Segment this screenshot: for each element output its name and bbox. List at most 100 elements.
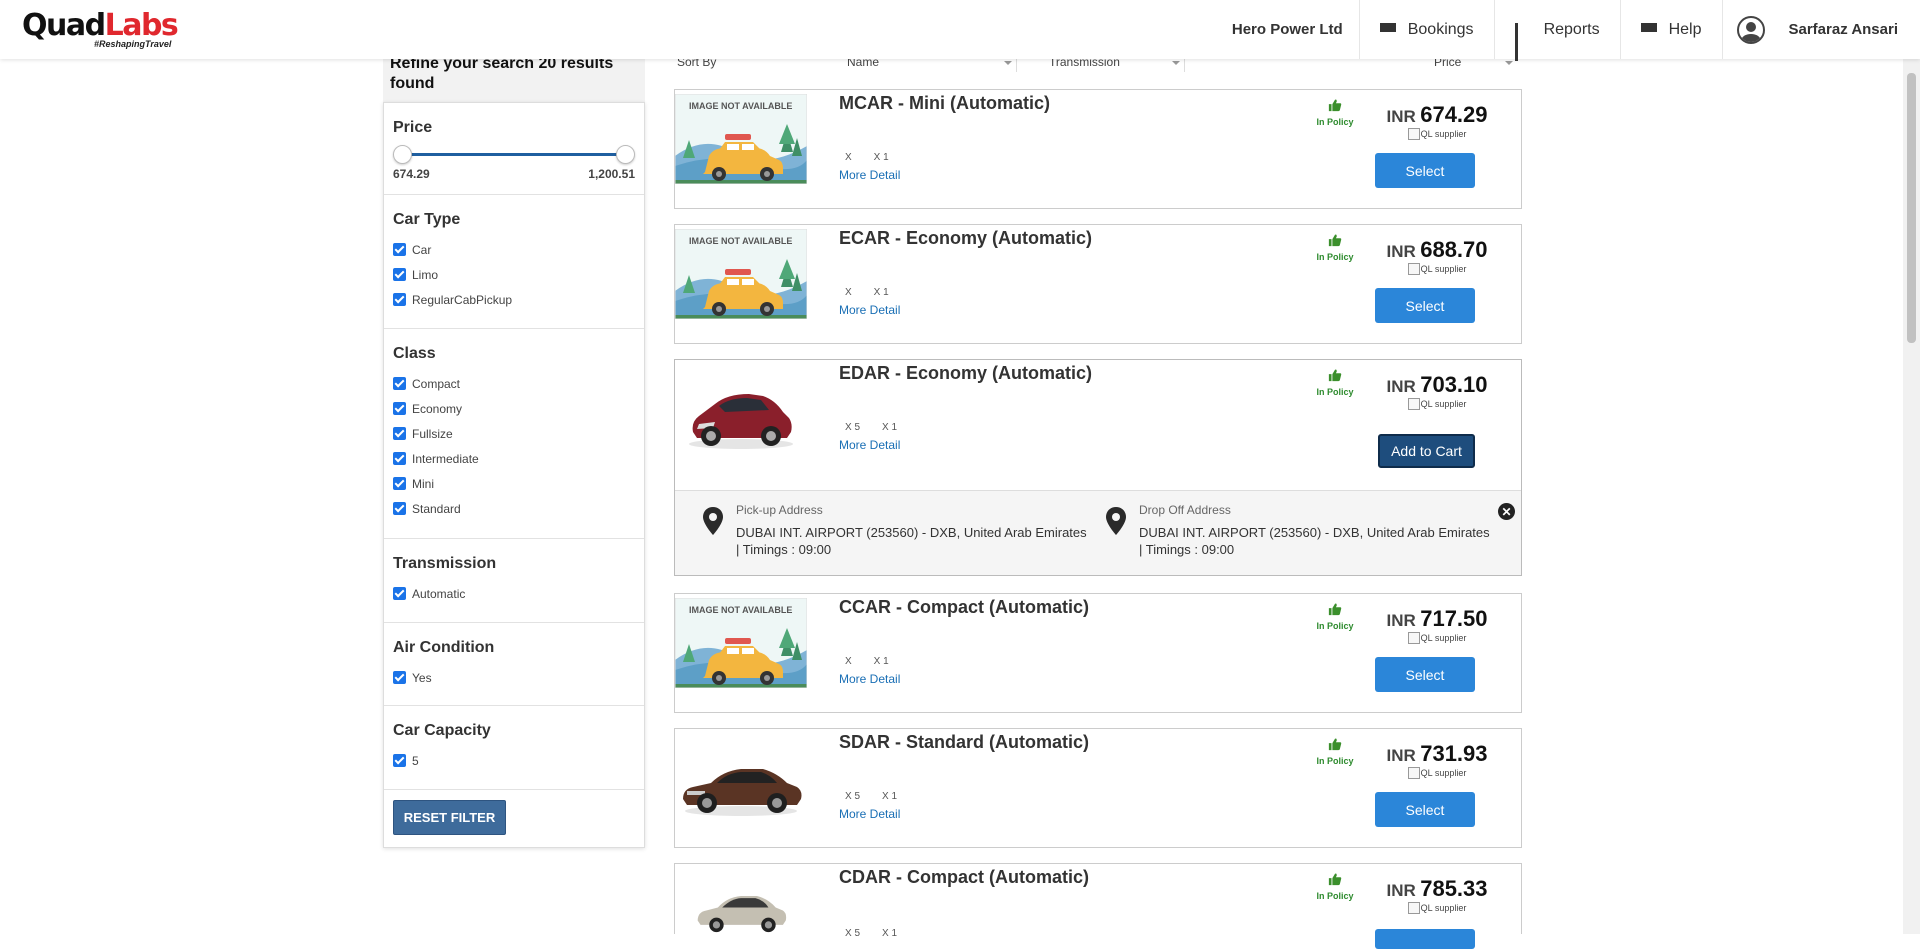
map-pin-icon <box>703 507 723 535</box>
image-not-available-text: IMAGE NOT AVAILABLE <box>689 236 793 246</box>
supplier-logo: QL supplier <box>1392 767 1482 779</box>
select-button[interactable]: Select <box>1375 792 1475 827</box>
bag-count: X 1 <box>882 791 898 802</box>
checkbox-regularcabpickup[interactable]: RegularCabPickup <box>393 287 635 312</box>
more-detail-link[interactable]: More Detail <box>839 672 900 686</box>
select-button[interactable] <box>1375 929 1475 949</box>
checkbox-label: Economy <box>412 401 463 416</box>
nav-reports-label: Reports <box>1543 20 1600 38</box>
checkbox-checked-icon[interactable] <box>393 402 406 415</box>
checkbox-label: 5 <box>412 753 419 768</box>
more-detail-link[interactable]: More Detail <box>839 168 900 182</box>
in-policy-badge: In Policy <box>1315 602 1355 631</box>
car-title: SDAR - Standard (Automatic) <box>839 732 1090 752</box>
checkbox-label: Mini <box>412 476 435 491</box>
result-card: IMAGE NOT AVAILABLE MCAR - Mini (Automat… <box>674 89 1522 209</box>
checkbox-economy[interactable]: Economy <box>393 396 635 421</box>
bag-count: X 1 <box>882 422 898 433</box>
pickup-label: Pick-up Address <box>736 503 823 517</box>
checkbox-checked-icon[interactable] <box>393 477 406 490</box>
in-policy-text: In Policy <box>1316 891 1354 901</box>
price-amount: 785.33 <box>1420 876 1488 901</box>
checkbox-checked-icon[interactable] <box>393 587 406 600</box>
select-button[interactable]: Select <box>1375 153 1475 188</box>
filter-class-title: Class <box>393 345 436 362</box>
more-detail-link[interactable]: More Detail <box>839 807 900 821</box>
close-icon[interactable]: ✕ <box>1498 503 1515 520</box>
filter-car-type-title: Car Type <box>393 211 461 228</box>
select-button[interactable]: Select <box>1375 657 1475 692</box>
logo-text-quad: Quad <box>22 8 106 43</box>
top-nav: Hero Power Ltd Bookings Reports Help Sar… <box>1232 0 1898 61</box>
user-menu[interactable]: Sarfaraz Ansari <box>1721 0 1898 59</box>
car-title: CDAR - Compact (Automatic) <box>839 867 1089 887</box>
user-avatar-icon <box>1736 15 1765 44</box>
nav-reports[interactable]: Reports <box>1493 0 1620 61</box>
checkbox-checked-icon[interactable] <box>393 754 406 767</box>
checkbox-label: Compact <box>412 376 461 391</box>
page-scrollbar[interactable] <box>1903 59 1920 934</box>
checkbox-mini[interactable]: Mini <box>393 471 635 496</box>
car-image <box>675 737 807 827</box>
checkbox-standard[interactable]: Standard <box>393 496 635 521</box>
filter-transmission-title: Transmission <box>393 555 497 572</box>
price-min-value: 674.29 <box>393 167 430 181</box>
in-policy-text: In Policy <box>1316 756 1354 766</box>
car-features: X X 1 <box>845 656 911 667</box>
quadlabs-logo[interactable]: QuadLabs #ReshapingTravel <box>22 8 179 50</box>
nav-bookings-label: Bookings <box>1407 20 1474 38</box>
in-policy-text: In Policy <box>1316 621 1354 631</box>
supplier-logo: QL supplier <box>1392 128 1482 140</box>
filter-sidebar: Price 674.29 1,200.51 Car Type Car Limo … <box>383 102 645 848</box>
result-card: CDAR - Compact (Automatic) X 5X 1 In Pol… <box>674 863 1522 949</box>
checkbox-checked-icon[interactable] <box>393 502 406 515</box>
more-detail-link[interactable]: More Detail <box>839 303 900 317</box>
broken-image-icon <box>1407 902 1420 914</box>
price-max-value: 1,200.51 <box>588 167 635 181</box>
checkbox-limo[interactable]: Limo <box>393 262 635 287</box>
checkbox-checked-icon[interactable] <box>393 268 406 281</box>
checkbox-compact[interactable]: Compact <box>393 371 635 396</box>
pickup-value: DUBAI INT. AIRPORT (253560) - DXB, Unite… <box>736 525 1087 540</box>
nav-help-label: Help <box>1668 20 1702 38</box>
checkbox-automatic[interactable]: Automatic <box>393 581 635 606</box>
nav-bookings[interactable]: Bookings <box>1358 0 1494 59</box>
broken-image-icon <box>1407 767 1420 779</box>
supplier-logo: QL supplier <box>1392 902 1482 914</box>
price-currency: INR <box>1386 746 1416 765</box>
checkbox-checked-icon[interactable] <box>393 293 406 306</box>
in-policy-badge: In Policy <box>1315 737 1355 766</box>
checkbox-label: Yes <box>412 670 432 685</box>
dropoff-timing: | Timings : 09:00 <box>1139 542 1235 557</box>
checkbox-checked-icon[interactable] <box>393 377 406 390</box>
thumbs-up-icon <box>1328 98 1342 112</box>
checkbox-checked-icon[interactable] <box>393 671 406 684</box>
dropoff-label: Drop Off Address <box>1139 503 1231 517</box>
price-currency: INR <box>1386 107 1416 126</box>
add-to-cart-button[interactable]: Add to Cart <box>1378 434 1475 468</box>
checkbox-checked-icon[interactable] <box>393 243 406 256</box>
price-slider-track <box>401 153 627 156</box>
more-detail-link[interactable]: More Detail <box>839 438 900 452</box>
checkbox-fullsize[interactable]: Fullsize <box>393 421 635 446</box>
reset-filter-button[interactable]: RESET FILTER <box>393 800 506 835</box>
price-amount: 731.93 <box>1420 741 1488 766</box>
logo-tagline: #ReshapingTravel <box>94 39 172 49</box>
checkbox-yes[interactable]: Yes <box>393 665 635 690</box>
select-button[interactable]: Select <box>1375 288 1475 323</box>
price-range-slider[interactable] <box>393 145 635 165</box>
car-title: EDAR - Economy (Automatic) <box>839 363 1093 383</box>
price-slider-min-handle[interactable] <box>393 145 412 164</box>
checkbox-car[interactable]: Car <box>393 237 635 262</box>
checkbox-capacity-5[interactable]: 5 <box>393 748 635 773</box>
bag-count: X 1 <box>873 287 889 298</box>
checkbox-checked-icon[interactable] <box>393 427 406 440</box>
checkbox-checked-icon[interactable] <box>393 452 406 465</box>
address-details-panel: Pick-up Address DUBAI INT. AIRPORT (2535… <box>675 490 1521 575</box>
scrollbar-thumb[interactable] <box>1907 73 1916 343</box>
thumbs-up-icon <box>1328 872 1342 886</box>
nav-help[interactable]: Help <box>1619 0 1722 59</box>
checkbox-intermediate[interactable]: Intermediate <box>393 446 635 471</box>
price-slider-max-handle[interactable] <box>616 145 635 164</box>
checkbox-label: Automatic <box>412 586 466 601</box>
